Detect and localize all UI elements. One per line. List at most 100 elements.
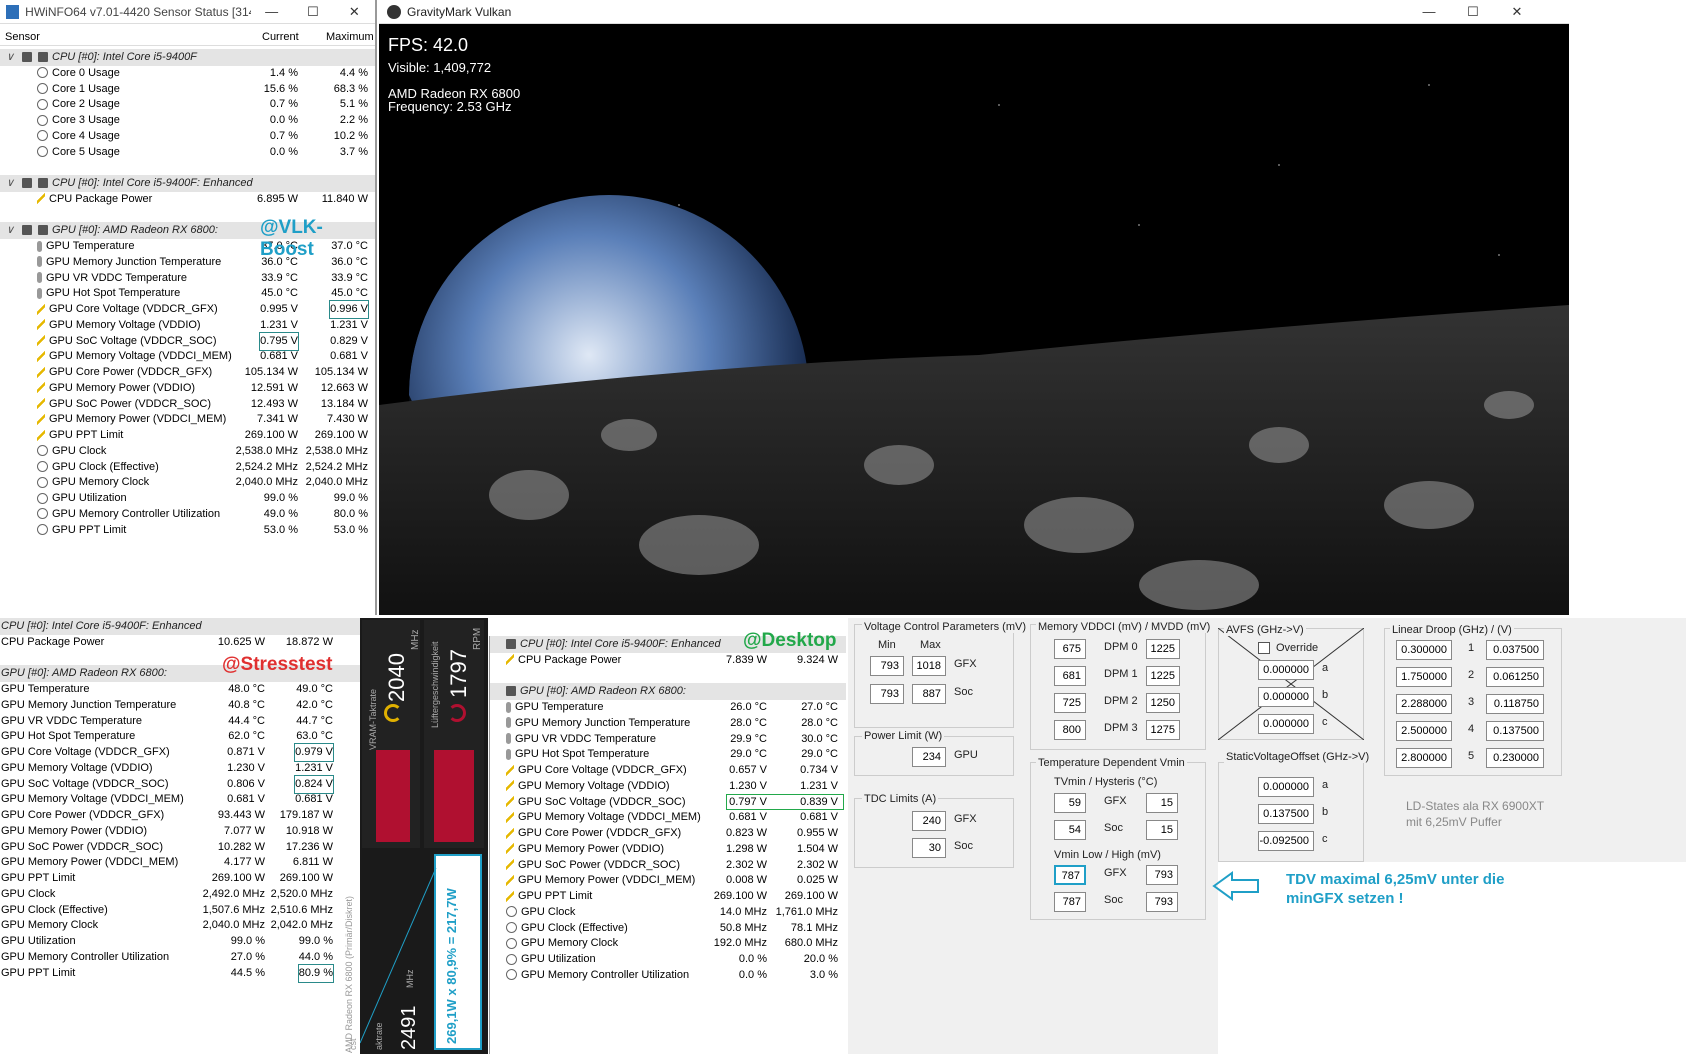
- sensor-row[interactable]: GPU VR VDDC Temperature 29.9 °C 30.0 °C: [490, 731, 846, 748]
- dpm-vddci-input[interactable]: 800: [1054, 720, 1086, 740]
- sensor-group-row[interactable]: CPU [#0]: Intel Core i5-9400F: Enhanced: [0, 618, 360, 635]
- svo-input[interactable]: 0.000000: [1258, 777, 1314, 797]
- minimize-button[interactable]: —: [251, 4, 292, 19]
- sensor-row[interactable]: GPU Hot Spot Temperature 45.0 °C 45.0 °C: [0, 285, 375, 302]
- sensor-row[interactable]: GPU Hot Spot Temperature 29.0 °C 29.0 °C: [490, 746, 846, 763]
- dpm-vddci-input[interactable]: 725: [1054, 693, 1086, 713]
- sensor-row[interactable]: GPU Memory Voltage (VDDIO) 1.230 V 1.231 V: [0, 760, 360, 777]
- sensor-row[interactable]: GPU Core Voltage (VDDCR_GFX) 0.871 V 0.979…: [0, 743, 360, 762]
- sensor-row[interactable]: GPU SoC Power (VDDCR_SOC) 10.282 W 17.236 …: [0, 839, 360, 856]
- dpm-mvdd-input[interactable]: 1225: [1146, 666, 1180, 686]
- sensor-row[interactable]: Core 1 Usage 15.6 % 68.3 %: [0, 81, 375, 98]
- sensor-row[interactable]: Core 0 Usage 1.4 % 4.4 %: [0, 65, 375, 82]
- vcp-gfx-max-input[interactable]: 1018: [912, 656, 946, 676]
- sensor-row[interactable]: GPU Clock (Effective) 2,524.2 MHz 2,524.2 …: [0, 459, 375, 476]
- sensor-group-row[interactable]: GPU [#0]: AMD Radeon RX 6800:: [490, 683, 846, 701]
- sensor-row[interactable]: GPU Temperature 26.0 °C 27.0 °C: [490, 699, 846, 716]
- sensor-row[interactable]: GPU Clock (Effective) 1,507.6 MHz 2,510.6 …: [0, 902, 360, 919]
- sensor-row[interactable]: GPU Memory Voltage (VDDCI_MEM) 0.681 V 0.6…: [0, 791, 360, 808]
- ld-volt-input[interactable]: 0.137500: [1486, 721, 1544, 741]
- col-current[interactable]: Current: [262, 31, 299, 43]
- sensor-row[interactable]: GPU Memory Voltage (VDDIO) 1.231 V 1.231 V: [0, 317, 375, 334]
- sensor-row[interactable]: GPU Memory Junction Temperature 40.8 °C 42…: [0, 697, 360, 714]
- sensor-row[interactable]: GPU Temperature 48.0 °C 49.0 °C: [0, 681, 360, 698]
- sensor-row[interactable]: GPU Memory Power (VDDCI_MEM) 4.177 W 6.811…: [0, 854, 360, 871]
- sensor-row[interactable]: GPU Clock 2,492.0 MHz 2,520.0 MHz: [0, 886, 360, 903]
- sensor-row[interactable]: GPU Hot Spot Temperature 62.0 °C 63.0 °C: [0, 728, 360, 745]
- vm-gfx-b-input[interactable]: 793: [1146, 865, 1178, 885]
- dpm-mvdd-input[interactable]: 1225: [1146, 639, 1180, 659]
- sensor-row[interactable]: CPU Package Power 6.895 W 11.840 W: [0, 191, 375, 208]
- sensor-row[interactable]: CPU Package Power 10.625 W 18.872 W: [0, 634, 360, 651]
- sensor-row[interactable]: GPU Memory Controller Utilization 0.0 % 3.…: [490, 967, 846, 984]
- sensor-group-row[interactable]: CPU [#0]: Intel Core i5-9400F: Enhanced ∨: [0, 175, 375, 192]
- sensor-row[interactable]: GPU VR VDDC Temperature 44.4 °C 44.7 °C: [0, 713, 360, 730]
- sensor-row[interactable]: GPU Memory Power (VDDIO) 12.591 W 12.663 W: [0, 380, 375, 397]
- sensor-row[interactable]: GPU Core Power (VDDCR_GFX) 105.134 W 105.1…: [0, 364, 375, 381]
- sensor-group-row[interactable]: CPU [#0]: Intel Core i5-9400F ∨: [0, 49, 375, 66]
- dpm-mvdd-input[interactable]: 1275: [1146, 720, 1180, 740]
- expand-chevron-icon[interactable]: ∨: [6, 222, 14, 239]
- sensor-row[interactable]: GPU Memory Voltage (VDDCI_MEM) 0.681 V 0.6…: [0, 348, 375, 365]
- sensor-row[interactable]: GPU Memory Junction Temperature 28.0 °C 28…: [490, 715, 846, 732]
- sensor-row[interactable]: GPU Memory Clock 2,040.0 MHz 2,040.0 MHz: [0, 474, 375, 491]
- sensor-row[interactable]: GPU VR VDDC Temperature 33.9 °C 33.9 °C: [0, 270, 375, 287]
- dpm-mvdd-input[interactable]: 1250: [1146, 693, 1180, 713]
- sensor-row[interactable]: Core 3 Usage 0.0 % 2.2 %: [0, 112, 375, 129]
- sensor-row[interactable]: GPU Core Power (VDDCR_GFX) 0.823 W 0.955 W: [490, 825, 846, 842]
- sensor-row[interactable]: CPU Package Power 7.839 W 9.324 W: [490, 652, 846, 669]
- sensor-row[interactable]: GPU SoC Voltage (VDDCR_SOC) 0.806 V 0.824 …: [0, 774, 360, 794]
- sensor-row[interactable]: GPU Memory Clock 2,040.0 MHz 2,042.0 MHz: [0, 917, 360, 934]
- gm-minimize-button[interactable]: —: [1407, 4, 1451, 19]
- sensor-row[interactable]: GPU Memory Power (VDDIO) 7.077 W 10.918 W: [0, 823, 360, 840]
- vm-soc-b-input[interactable]: 793: [1146, 892, 1178, 912]
- vcp-soc-max-input[interactable]: 887: [912, 684, 946, 704]
- vcp-gfx-min-input[interactable]: 793: [870, 656, 904, 676]
- sensor-row[interactable]: Core 4 Usage 0.7 % 10.2 %: [0, 128, 375, 145]
- ld-ghz-input[interactable]: 2.288000: [1396, 694, 1452, 714]
- ld-volt-input[interactable]: 0.061250: [1486, 667, 1544, 687]
- tv-soc-b-input[interactable]: 15: [1146, 820, 1178, 840]
- sensor-row[interactable]: GPU Memory Power (VDDCI_MEM) 0.008 W 0.025…: [490, 872, 846, 889]
- sensor-row[interactable]: GPU Core Power (VDDCR_GFX) 93.443 W 179.18…: [0, 807, 360, 824]
- expand-chevron-icon[interactable]: ∨: [6, 175, 14, 192]
- tv-soc-a-input[interactable]: 54: [1054, 820, 1086, 840]
- sensor-row[interactable]: GPU Core Voltage (VDDCR_GFX) 0.657 V 0.734…: [490, 762, 846, 779]
- sensor-row[interactable]: GPU SoC Voltage (VDDCR_SOC) 0.797 V 0.839 …: [490, 793, 846, 811]
- sensor-row[interactable]: GPU Memory Clock 192.0 MHz 680.0 MHz: [490, 935, 846, 952]
- gm-close-button[interactable]: ✕: [1495, 4, 1539, 20]
- tv-gfx-b-input[interactable]: 15: [1146, 793, 1178, 813]
- override-checkbox[interactable]: [1258, 642, 1270, 654]
- ld-ghz-input[interactable]: 2.500000: [1396, 721, 1452, 741]
- ld-ghz-input[interactable]: 0.300000: [1396, 640, 1452, 660]
- avfs-input[interactable]: 0.000000: [1258, 660, 1314, 680]
- sensor-row[interactable]: GPU Utilization 99.0 % 99.0 %: [0, 933, 360, 950]
- avfs-input[interactable]: 0.000000: [1258, 687, 1314, 707]
- sensor-row[interactable]: GPU Clock (Effective) 50.8 MHz 78.1 MHz: [490, 920, 846, 937]
- sensor-row[interactable]: GPU Memory Controller Utilization 49.0 % 8…: [0, 506, 375, 523]
- ld-ghz-input[interactable]: 1.750000: [1396, 667, 1452, 687]
- sensor-row[interactable]: GPU Clock 14.0 MHz 1,761.0 MHz: [490, 904, 846, 921]
- tdc-gfx-input[interactable]: 240: [912, 811, 946, 831]
- svo-input[interactable]: 0.137500: [1258, 804, 1314, 824]
- sensor-row[interactable]: GPU Clock 2,538.0 MHz 2,538.0 MHz: [0, 443, 375, 460]
- tv-gfx-a-input[interactable]: 59: [1054, 793, 1086, 813]
- vm-gfx-a-input[interactable]: 787: [1054, 865, 1086, 885]
- ld-ghz-input[interactable]: 2.800000: [1396, 748, 1452, 768]
- sensor-row[interactable]: GPU PPT Limit 269.100 W 269.100 W: [0, 427, 375, 444]
- sensor-row[interactable]: GPU SoC Power (VDDCR_SOC) 12.493 W 13.184 …: [0, 396, 375, 413]
- sensor-row[interactable]: Core 5 Usage 0.0 % 3.7 %: [0, 144, 375, 161]
- tdc-soc-input[interactable]: 30: [912, 838, 946, 858]
- svo-input[interactable]: -0.092500: [1258, 831, 1314, 851]
- sensor-row[interactable]: GPU SoC Voltage (VDDCR_SOC) 0.795 V 0.829 …: [0, 331, 375, 351]
- pl-input[interactable]: 234: [912, 747, 946, 767]
- vm-soc-a-input[interactable]: 787: [1054, 892, 1086, 912]
- sensor-row[interactable]: GPU Memory Voltage (VDDIO) 1.230 V 1.231 V: [490, 778, 846, 795]
- col-max[interactable]: Maximum: [326, 31, 374, 43]
- sensor-row[interactable]: GPU PPT Limit 44.5 % 80.9 %: [0, 963, 360, 983]
- sensor-row[interactable]: GPU Utilization 0.0 % 20.0 %: [490, 951, 846, 968]
- sensor-row[interactable]: Core 2 Usage 0.7 % 5.1 %: [0, 96, 375, 113]
- dpm-vddci-input[interactable]: 675: [1054, 639, 1086, 659]
- sensor-row[interactable]: GPU Utilization 99.0 % 99.0 %: [0, 490, 375, 507]
- ld-volt-input[interactable]: 0.037500: [1486, 640, 1544, 660]
